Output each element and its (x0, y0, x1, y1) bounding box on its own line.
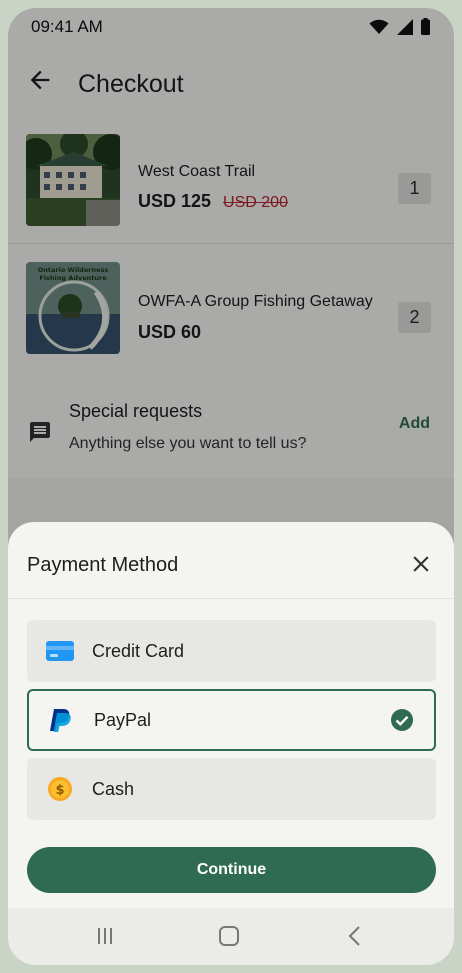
payment-option-label: Credit Card (92, 641, 185, 661)
continue-button[interactable]: Continue (27, 847, 436, 893)
svg-text:$: $ (55, 783, 64, 798)
home-icon[interactable] (216, 923, 242, 949)
screen: 09:41 AM Checkout West Coast Trail USD 1… (8, 8, 454, 965)
payment-option-cash[interactable]: $ Cash (27, 758, 436, 820)
back-nav-icon[interactable] (342, 923, 368, 949)
system-nav-bar (8, 908, 454, 965)
close-icon[interactable] (408, 551, 434, 577)
payment-option-label: Cash (92, 779, 135, 799)
recent-apps-icon[interactable] (92, 923, 118, 949)
sheet-divider (8, 598, 454, 599)
credit-card-icon (46, 641, 74, 661)
payment-option-paypal[interactable]: PayPal (27, 689, 436, 751)
cash-coin-icon: $ (48, 777, 72, 801)
payment-option-credit-card[interactable]: Credit Card (27, 620, 436, 682)
check-circle-icon (391, 709, 413, 731)
phone-frame: 09:41 AM Checkout West Coast Trail USD 1… (0, 0, 462, 973)
payment-method-sheet: Payment Method Credit Card PayPal $ Cash… (8, 522, 454, 965)
payment-option-label: PayPal (94, 710, 152, 730)
sheet-title: Payment Method (27, 554, 179, 576)
paypal-icon (50, 709, 71, 732)
